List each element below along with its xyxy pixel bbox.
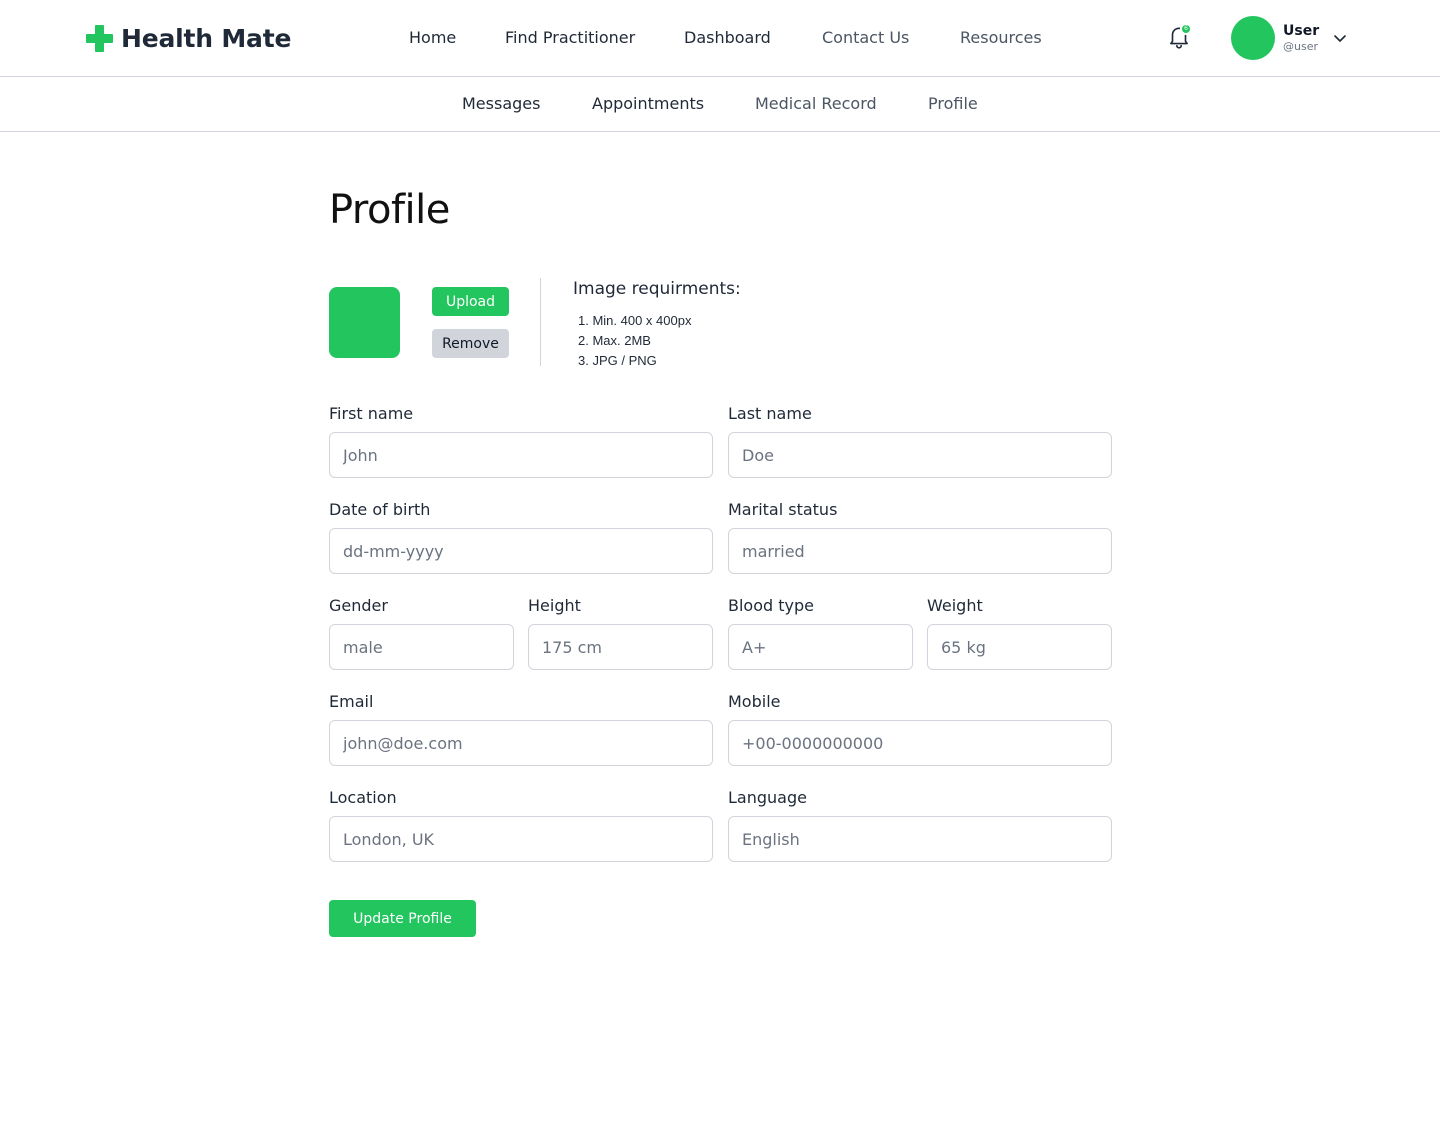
location-label: Location	[329, 788, 397, 807]
weight-label: Weight	[927, 596, 983, 615]
marital-status-label: Marital status	[728, 500, 838, 519]
mobile-label: Mobile	[728, 692, 781, 711]
image-requirements-list: 1. Min. 400 x 400px 2. Max. 2MB 3. JPG /…	[578, 311, 691, 371]
marital-status-input[interactable]	[728, 528, 1112, 574]
height-label: Height	[528, 596, 581, 615]
user-name: User	[1283, 23, 1320, 39]
nav-resources[interactable]: Resources	[960, 28, 1042, 47]
mobile-input[interactable]	[728, 720, 1112, 766]
notification-badge: 6	[1180, 23, 1192, 35]
language-label: Language	[728, 788, 807, 807]
nav-contact-us[interactable]: Contact Us	[822, 28, 909, 47]
update-profile-button[interactable]: Update Profile	[329, 900, 476, 937]
tab-profile[interactable]: Profile	[928, 94, 978, 113]
profile-photo	[329, 287, 400, 358]
sub-nav: Messages Appointments Medical Record Pro…	[0, 77, 1440, 132]
last-name-input[interactable]	[728, 432, 1112, 478]
requirement-item: 1. Min. 400 x 400px	[578, 313, 692, 328]
email-label: Email	[329, 692, 374, 711]
gender-label: Gender	[329, 596, 388, 615]
avatar	[1231, 16, 1275, 60]
dob-label: Date of birth	[329, 500, 431, 519]
first-name-label: First name	[329, 404, 414, 423]
divider	[540, 278, 541, 366]
tab-medical-record[interactable]: Medical Record	[755, 94, 877, 113]
user-handle: @user	[1283, 40, 1318, 53]
weight-input[interactable]	[927, 624, 1112, 670]
chevron-down-icon[interactable]	[1332, 30, 1348, 46]
upload-button[interactable]: Upload	[432, 287, 509, 316]
first-name-input[interactable]	[329, 432, 713, 478]
last-name-label: Last name	[728, 404, 812, 423]
user-menu[interactable]: User @user	[1231, 16, 1319, 60]
language-input[interactable]	[728, 816, 1112, 862]
dob-input[interactable]	[329, 528, 713, 574]
tab-appointments[interactable]: Appointments	[592, 94, 704, 113]
email-field[interactable]	[329, 720, 713, 766]
requirement-item: 2. Max. 2MB	[578, 333, 651, 348]
nav-home[interactable]: Home	[409, 28, 456, 47]
gender-input[interactable]	[329, 624, 514, 670]
nav-find-practitioner[interactable]: Find Practitioner	[505, 28, 635, 47]
location-input[interactable]	[329, 816, 713, 862]
image-requirements-title: Image requirments:	[573, 279, 741, 299]
blood-type-input[interactable]	[728, 624, 913, 670]
nav-dashboard[interactable]: Dashboard	[684, 28, 771, 47]
requirement-item: 3. JPG / PNG	[578, 353, 657, 368]
main-nav: Home Find Practitioner Dashboard Contact…	[0, 28, 1440, 50]
remove-button[interactable]: Remove	[432, 329, 509, 358]
page-title: Profile	[329, 187, 450, 233]
height-input[interactable]	[528, 624, 713, 670]
top-navbar: Health Mate Home Find Practitioner Dashb…	[0, 0, 1440, 77]
tab-messages[interactable]: Messages	[462, 94, 540, 113]
blood-type-label: Blood type	[728, 596, 814, 615]
